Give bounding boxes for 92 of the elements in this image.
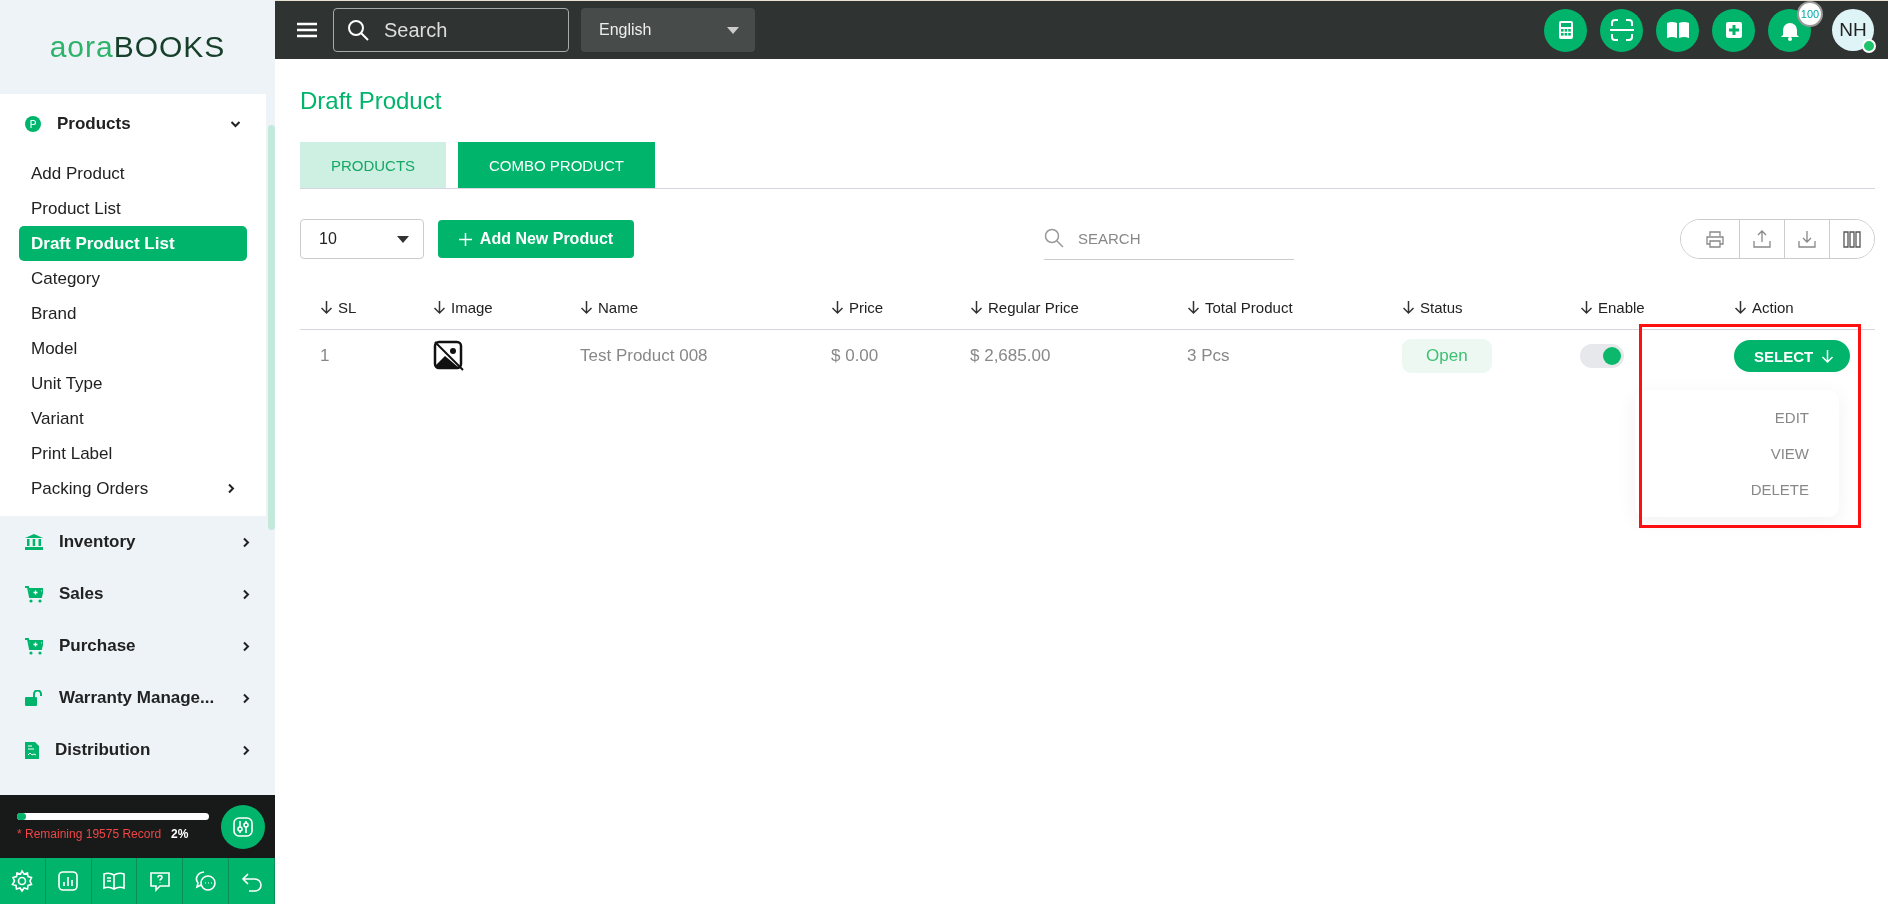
usage-percent: 2% [171, 826, 189, 841]
sort-arrow-icon [1402, 299, 1415, 315]
sort-arrow-icon [320, 299, 333, 315]
bank-icon [25, 534, 43, 550]
sidebar-item[interactable]: Print Label [19, 436, 247, 471]
plus-square-button[interactable] [1712, 8, 1755, 52]
sidebar-item[interactable]: Brand [19, 296, 247, 331]
menu-item[interactable]: DELETE [1720, 471, 1839, 507]
sidebar-item[interactable]: Category [19, 261, 247, 296]
sidebar-section[interactable]: Products [0, 104, 266, 144]
table-cell-text: 3 Pcs [1187, 346, 1231, 366]
chevron-right-icon [227, 483, 235, 494]
sidebar-section[interactable]: Purchase [0, 620, 275, 672]
page-title: Draft Product [300, 87, 443, 115]
download-icon [1798, 230, 1816, 248]
sort-arrow-icon [580, 299, 593, 315]
logo: aoraBOOKS [49, 30, 226, 64]
sliders-icon [231, 814, 255, 839]
menu-icon[interactable] [297, 22, 317, 38]
help-chat-icon [147, 869, 172, 893]
chevron-down-icon [230, 120, 241, 128]
p-circle-icon [25, 116, 41, 132]
column-header[interactable]: SL [320, 298, 433, 316]
column-header[interactable]: Image [433, 298, 580, 316]
notification-badge: 100 [1797, 0, 1823, 27]
scan-button[interactable] [1600, 8, 1643, 52]
sidebar-section[interactable]: Distribution [0, 724, 275, 776]
sidebar-item[interactable]: Packing Orders [19, 471, 247, 506]
column-header[interactable]: Total Product [1187, 298, 1402, 316]
chevron-right-icon [242, 744, 250, 756]
table-cell-text: $ 0.00 [831, 346, 880, 366]
language-select[interactable]: English [581, 8, 755, 52]
caret-icon [397, 235, 409, 243]
columns-button[interactable] [1829, 220, 1874, 258]
open-book-icon [102, 869, 127, 893]
scrollbar[interactable] [268, 125, 275, 530]
chevron-right-icon [242, 692, 250, 704]
cart-icon [25, 637, 43, 655]
menu-item[interactable]: EDIT [1744, 400, 1839, 436]
columns-icon [1843, 230, 1861, 248]
settings-icon [10, 869, 35, 893]
sidebar-section[interactable]: Warranty Manage... [0, 672, 275, 724]
sidebar-section[interactable]: Sales [0, 568, 275, 620]
sort-arrow-icon [970, 299, 983, 315]
column-header[interactable]: Price [831, 298, 970, 316]
open-book-button[interactable] [1656, 8, 1699, 52]
sidebar-item[interactable]: Add Product [19, 156, 247, 191]
sidebar-section[interactable]: Inventory [0, 516, 275, 568]
sort-arrow-icon [433, 299, 446, 315]
bar-chart-icon [56, 869, 81, 893]
unlocked-padlock-icon [25, 690, 43, 706]
status-badge: Open [1402, 339, 1492, 373]
plus-icon [458, 232, 472, 246]
table-cell-text: $ 2,685.00 [970, 346, 1052, 366]
remaining-records-text: * Remaining 19575 Record [17, 826, 162, 841]
sidebar-item[interactable]: Product List [19, 191, 247, 226]
column-header[interactable]: Status [1402, 298, 1580, 316]
cart-icon [25, 585, 43, 603]
column-header[interactable]: Enable [1580, 298, 1734, 316]
search-icon [1044, 228, 1064, 248]
broken-image-icon [433, 340, 465, 372]
upload-icon [1753, 230, 1771, 248]
chevron-right-icon [242, 588, 250, 600]
chevron-right-icon [242, 536, 250, 548]
enable-toggle[interactable] [1580, 344, 1624, 368]
table-cell-text: Test Product 008 [580, 346, 709, 366]
sidebar-item[interactable]: Model [19, 331, 247, 366]
sort-arrow-icon [1580, 299, 1593, 315]
page-size-select[interactable]: 10 [300, 219, 424, 259]
sort-arrow-icon [831, 299, 844, 315]
chevron-right-icon [242, 640, 250, 652]
scan-icon [1609, 18, 1634, 42]
avatar[interactable]: NH [1832, 9, 1874, 51]
calculator-button[interactable] [1544, 8, 1587, 52]
sliders-button[interactable] [221, 804, 265, 849]
table-cell-text: 1 [320, 346, 331, 366]
chat-bubbles-icon [193, 869, 218, 893]
menu-item[interactable]: VIEW [1740, 435, 1839, 472]
sort-arrow-icon [1821, 348, 1835, 364]
document-icon [25, 741, 39, 759]
column-header[interactable]: Regular Price [970, 298, 1187, 316]
sidebar-item[interactable]: Variant [19, 401, 247, 436]
sort-arrow-icon [1187, 299, 1200, 315]
printer-icon [1706, 230, 1724, 248]
search-field[interactable]: Search [333, 8, 569, 52]
column-header[interactable]: Action [1734, 298, 1875, 316]
sort-arrow-icon [1734, 299, 1747, 315]
caret-icon [727, 26, 739, 34]
column-header[interactable]: Name [580, 298, 831, 316]
search-icon [347, 19, 369, 41]
online-dot [1862, 39, 1876, 53]
sidebar-item[interactable]: Unit Type [19, 366, 247, 401]
